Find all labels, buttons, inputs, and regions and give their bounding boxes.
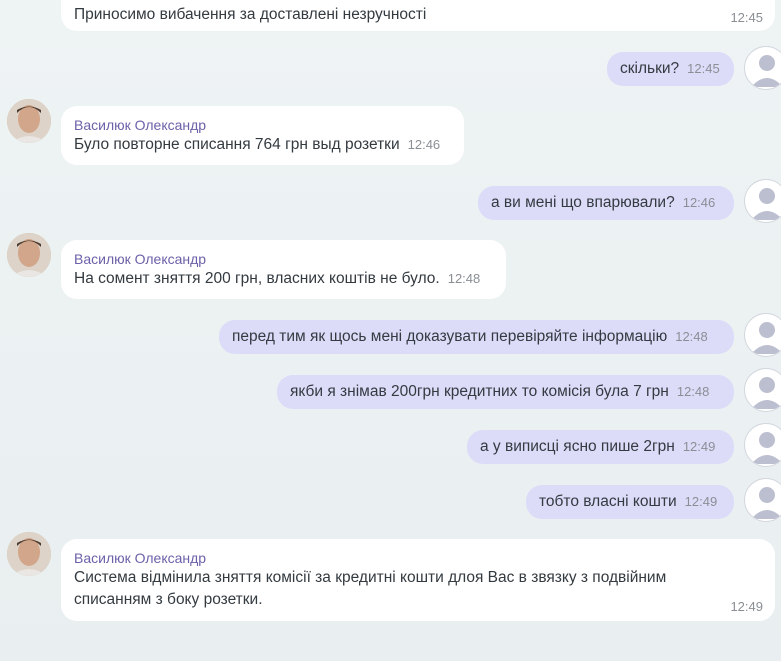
agent-avatar-icon[interactable] xyxy=(7,532,51,576)
message-bubble: тобто власні кошти 12:49 xyxy=(526,485,734,519)
message-time: 12:49 xyxy=(730,599,763,614)
message-bubble: а ви мені що впарювали? 12:46 xyxy=(478,186,734,220)
message-time: 12:46 xyxy=(407,137,441,152)
message-text: а у виписці ясно пише 2грн xyxy=(480,438,675,455)
agent-avatar-icon[interactable] xyxy=(7,99,51,143)
message-text: а ви мені що впарювали? xyxy=(491,194,675,211)
message-time: 12:45 xyxy=(687,61,720,76)
message-time: 12:48 xyxy=(676,384,710,399)
agent-avatar-icon[interactable] xyxy=(7,233,51,277)
message-bubble: Приносимо вибачення за доставлені незруч… xyxy=(61,0,775,31)
sender-name: Василюк Олександр xyxy=(74,251,207,267)
user-avatar-icon[interactable] xyxy=(744,478,781,522)
user-avatar-icon[interactable] xyxy=(744,313,781,357)
message-bubble: перед тим як щось мені доказувати переві… xyxy=(219,320,734,354)
message-text: скільки? xyxy=(620,60,680,77)
message-text-line-1: Система відмінила зняття комісії за кред… xyxy=(74,569,667,586)
message-bubble: Василюк Олександр Було повторне списання… xyxy=(61,106,464,165)
message-time: 12:45 xyxy=(730,10,763,25)
message-time: 12:49 xyxy=(684,494,718,509)
user-avatar-icon[interactable] xyxy=(744,179,781,223)
message-bubble: Василюк Олександр На сомент зняття 200 г… xyxy=(61,240,506,299)
message-text: перед тим як щось мені доказувати переві… xyxy=(232,328,668,345)
message-text: якби я знімав 200грн кредитних то комісі… xyxy=(290,383,669,400)
sender-name: Василюк Олександр xyxy=(74,550,207,566)
message-bubble: Василюк Олександр Система відмінила знят… xyxy=(61,539,775,621)
message-text: Приносимо вибачення за доставлені незруч… xyxy=(74,6,427,23)
message-bubble: а у виписці ясно пише 2грн 12:49 xyxy=(467,430,734,464)
message-text-line-2: списанням з боку розетки. xyxy=(74,591,263,608)
message-text: На сомент зняття 200 грн, власних коштів… xyxy=(74,270,440,287)
message-bubble: якби я знімав 200грн кредитних то комісі… xyxy=(277,375,734,409)
user-avatar-icon[interactable] xyxy=(744,46,781,90)
sender-name: Василюк Олександр xyxy=(74,117,207,133)
user-avatar-icon[interactable] xyxy=(744,423,781,467)
message-time: 12:49 xyxy=(682,439,716,454)
message-time: 12:48 xyxy=(675,329,708,344)
message-time: 12:46 xyxy=(682,195,716,210)
message-text: тобто власні кошти xyxy=(539,493,677,510)
user-avatar-icon[interactable] xyxy=(744,368,781,412)
message-time: 12:48 xyxy=(447,271,481,286)
message-bubble: скільки? 12:45 xyxy=(607,52,734,86)
message-text: Було повторне списання 764 грн выд розет… xyxy=(74,136,400,153)
